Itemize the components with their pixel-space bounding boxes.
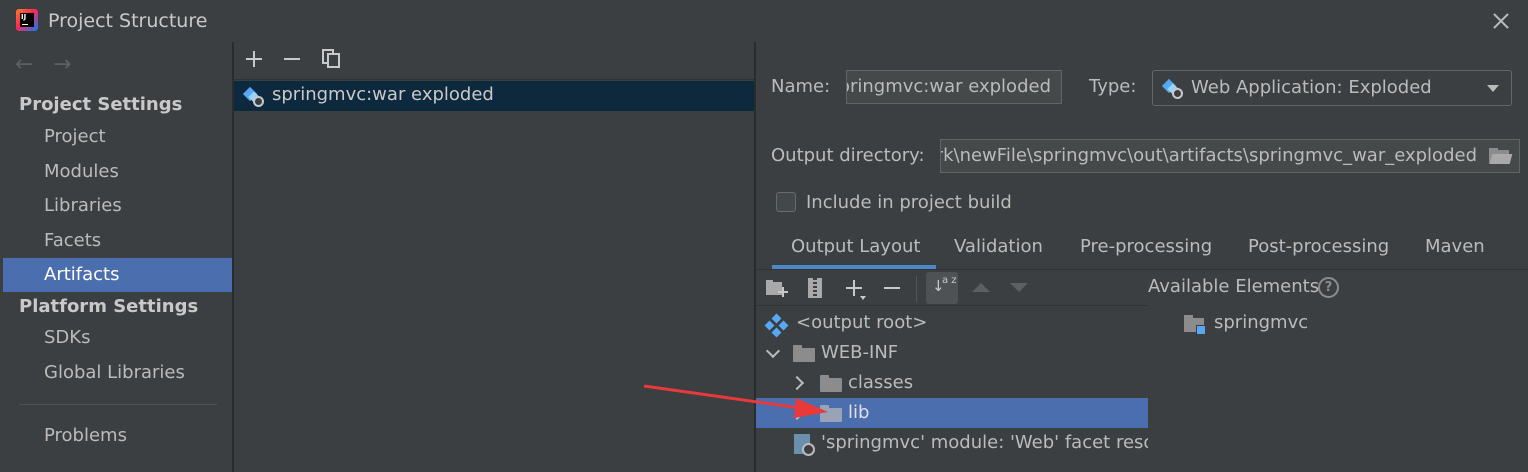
artifact-details-pane: Name: springmvc:war exploded Type: Web A… [756, 42, 1528, 472]
available-element-label: springmvc [1214, 312, 1309, 333]
chevron-right-icon[interactable] [789, 405, 805, 421]
move-up-icon[interactable] [972, 283, 990, 292]
artifact-tabs: Output Layout Validation Pre-processing … [772, 228, 1512, 269]
artifacts-toolbar [234, 42, 754, 80]
web-facet-icon [794, 434, 816, 456]
tree-item-output-root[interactable]: <output root> [756, 308, 1148, 338]
chevron-down-icon [1487, 85, 1499, 92]
move-down-icon[interactable] [1010, 283, 1028, 292]
output-directory-field[interactable]: C:\work\newFile\springmvc\out\artifacts\… [940, 139, 1520, 173]
remove-artifact-icon[interactable] [284, 50, 302, 68]
tree-item-label: lib [848, 402, 870, 423]
type-label: Type: [1089, 76, 1137, 97]
available-elements-title: Available Elements [1148, 276, 1320, 297]
sidebar-item-libraries[interactable]: Libraries [3, 189, 232, 223]
tab-output-layout[interactable]: Output Layout [791, 236, 920, 257]
browse-folder-icon[interactable] [1489, 148, 1513, 164]
output-layout-toolbar: ↓ a z [756, 270, 1148, 306]
tree-item-label: WEB-INF [821, 342, 899, 363]
sidebar-item-problems[interactable]: Problems [3, 419, 232, 453]
add-artifact-icon[interactable] [246, 50, 264, 68]
remove-element-icon[interactable] [882, 278, 904, 300]
tree-item-label: 'springmvc' module: 'Web' facet resource… [821, 432, 1148, 453]
artifact-name: springmvc:war exploded [272, 84, 494, 105]
folder-icon [793, 345, 815, 362]
artifacts-list: springmvc:war exploded [234, 81, 754, 111]
tree-item-label: <output root> [796, 312, 928, 333]
sidebar-item-sdks[interactable]: SDKs [3, 321, 232, 355]
folder-icon [820, 405, 842, 422]
artifact-list-item[interactable]: springmvc:war exploded [234, 81, 754, 111]
chevron-right-icon[interactable] [789, 375, 805, 391]
project-settings-heading: Project Settings [19, 94, 183, 115]
tree-item-lib[interactable]: lib [756, 398, 1148, 428]
folder-icon [820, 375, 842, 392]
tab-validation[interactable]: Validation [954, 236, 1043, 257]
tab-post-processing[interactable]: Post-processing [1248, 236, 1389, 257]
create-directory-icon[interactable] [766, 278, 788, 300]
web-artifact-icon [1161, 78, 1183, 99]
sidebar-item-facets[interactable]: Facets [3, 224, 232, 258]
type-dropdown-value: Web Application: Exploded [1191, 77, 1432, 98]
include-in-build-label: Include in project build [806, 192, 1012, 213]
tab-pre-processing[interactable]: Pre-processing [1080, 236, 1212, 257]
web-artifact-icon [242, 86, 264, 107]
available-element-item[interactable]: springmvc [1184, 308, 1484, 338]
sidebar-item-artifacts[interactable]: Artifacts [3, 258, 232, 292]
add-element-icon[interactable] [844, 278, 866, 300]
platform-settings-heading: Platform Settings [19, 296, 199, 317]
name-label: Name: [771, 76, 831, 97]
help-icon[interactable]: ? [1318, 277, 1339, 298]
toolbar-separator [916, 276, 917, 302]
intellij-logo-icon: IJ [16, 9, 38, 31]
output-directory-value: C:\work\newFile\springmvc\out\artifacts\… [940, 145, 1477, 166]
tab-maven[interactable]: Maven [1425, 236, 1485, 257]
chevron-down-icon[interactable] [765, 343, 781, 359]
artifacts-list-pane: springmvc:war exploded [234, 42, 754, 472]
sidebar-item-project[interactable]: Project [3, 120, 232, 154]
name-field-value: springmvc:war exploded [846, 76, 1051, 97]
sidebar-item-modules[interactable]: Modules [3, 155, 232, 189]
name-field[interactable]: springmvc:war exploded [846, 70, 1062, 104]
include-in-build-checkbox[interactable] [776, 192, 796, 212]
tree-item-label: classes [848, 372, 914, 393]
sort-alphabetically-icon[interactable]: ↓ a z [926, 272, 958, 304]
output-root-icon [764, 313, 789, 338]
create-archive-icon[interactable] [804, 278, 826, 300]
tree-item-web-facet-resources[interactable]: 'springmvc' module: 'Web' facet resource… [756, 428, 1148, 458]
type-dropdown[interactable]: Web Application: Exploded [1152, 70, 1512, 106]
output-layout-tree: <output root> WEB-INF classes lib 'sprin… [756, 308, 1148, 472]
window-title: Project Structure [48, 10, 208, 32]
module-folder-icon [1184, 315, 1208, 335]
forward-arrow-icon[interactable]: → [53, 52, 71, 77]
sidebar-divider [19, 404, 217, 405]
back-arrow-icon[interactable]: ← [15, 52, 33, 77]
output-directory-label: Output directory: [771, 145, 925, 166]
tree-item-web-inf[interactable]: WEB-INF [756, 338, 1148, 368]
copy-artifact-icon[interactable] [322, 49, 342, 69]
sidebar-item-global-libraries[interactable]: Global Libraries [3, 356, 232, 390]
tree-item-classes[interactable]: classes [756, 368, 1148, 398]
title-bar: IJ Project Structure [0, 0, 1528, 42]
close-icon[interactable] [1486, 6, 1516, 36]
settings-sidebar: ← → Project Settings Project Modules Lib… [3, 42, 232, 472]
